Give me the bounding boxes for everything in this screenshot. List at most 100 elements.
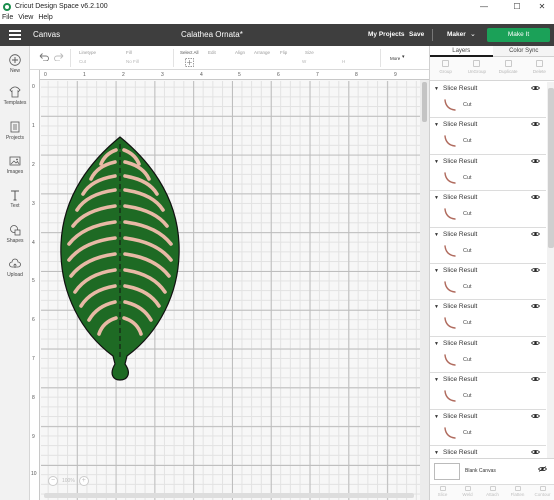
layer-row[interactable]: ▼Slice ResultCut <box>430 264 546 301</box>
fill-select[interactable]: No Fill <box>126 59 139 64</box>
shirt-icon <box>9 86 21 98</box>
eye-icon[interactable] <box>531 340 540 348</box>
sidebar-item-upload[interactable]: Upload <box>0 258 30 278</box>
redo-icon[interactable] <box>54 53 64 61</box>
zoom-out-button[interactable]: − <box>48 476 58 486</box>
align-label[interactable]: Align <box>235 50 245 55</box>
layer-row[interactable]: ▼Slice ResultCut <box>430 410 546 446</box>
collapse-arrow-icon[interactable]: ▼ <box>434 377 439 383</box>
layer-row[interactable]: ▼Slice ResultCut <box>430 118 546 155</box>
machine-selector[interactable]: Maker <box>447 31 466 38</box>
eye-icon[interactable] <box>531 413 540 421</box>
flatten-button[interactable]: Flatten <box>505 485 530 500</box>
layer-row[interactable]: ▼Slice ResultCut <box>430 300 546 337</box>
ruler-tick-label: 7 <box>316 72 319 78</box>
menu-view[interactable]: View <box>16 13 36 24</box>
eye-icon[interactable] <box>531 194 540 202</box>
eye-slash-icon[interactable] <box>538 466 547 474</box>
sidebar-item-templates[interactable]: Templates <box>0 86 30 106</box>
linetype-select[interactable]: Cut <box>79 59 86 64</box>
hamburger-menu-icon[interactable] <box>9 30 21 40</box>
tab-layers[interactable]: Layers <box>430 46 493 57</box>
delete-button[interactable]: Delete <box>524 57 554 80</box>
make-it-button[interactable]: Make It <box>487 28 550 42</box>
close-button[interactable]: ✕ <box>530 0 554 13</box>
scroll-thumb[interactable] <box>422 82 427 122</box>
edit-toolbar: Linetype Cut Fill No Fill Select All Edi… <box>30 46 429 70</box>
scroll-thumb[interactable] <box>548 88 554 248</box>
contour-button[interactable]: Contour <box>530 485 554 500</box>
weld-button[interactable]: Weld <box>455 485 480 500</box>
app-header: Canvas Calathea Ornata* My Projects Save… <box>0 24 554 46</box>
undo-icon[interactable] <box>39 53 49 61</box>
zoom-in-button[interactable]: + <box>78 476 89 486</box>
layer-row[interactable]: ▼Slice ResultCut <box>430 155 546 192</box>
eye-icon[interactable] <box>531 85 540 93</box>
eye-icon[interactable] <box>531 121 540 129</box>
collapse-arrow-icon[interactable]: ▼ <box>434 414 439 420</box>
group-button[interactable]: Group <box>430 57 461 80</box>
ruler-tick-label: 2 <box>122 72 125 78</box>
menu-file[interactable]: File <box>0 13 16 24</box>
sidebar-item-projects[interactable]: Projects <box>0 121 30 141</box>
maximize-button[interactable]: ☐ <box>505 0 529 13</box>
sidebar-item-text[interactable]: Text <box>0 189 30 209</box>
canvas-horizontal-scrollbar[interactable] <box>44 493 414 498</box>
toolbar-divider <box>380 49 381 67</box>
layer-list-scrollbar[interactable] <box>547 82 554 458</box>
eye-icon[interactable] <box>531 449 540 457</box>
collapse-arrow-icon[interactable]: ▼ <box>434 195 439 201</box>
size-height-input[interactable]: H <box>342 59 345 64</box>
eye-icon[interactable] <box>531 231 540 239</box>
layer-row[interactable]: ▼Slice ResultCut <box>430 228 546 264</box>
minimize-button[interactable]: — <box>472 0 496 13</box>
blank-canvas-row[interactable]: Blank Canvas <box>430 458 554 484</box>
eye-icon[interactable] <box>531 303 540 311</box>
collapse-arrow-icon[interactable]: ▼ <box>434 450 439 456</box>
layer-row[interactable]: ▼Slice ResultCut <box>430 446 546 458</box>
save-link[interactable]: Save <box>409 31 424 38</box>
sidebar-label: New <box>9 68 20 74</box>
collapse-arrow-icon[interactable]: ▼ <box>434 232 439 238</box>
eye-icon[interactable] <box>531 267 540 275</box>
sidebar-item-new[interactable]: New <box>0 54 30 74</box>
collapse-arrow-icon[interactable]: ▼ <box>434 304 439 310</box>
attach-button[interactable]: Attach <box>480 485 505 500</box>
design-canvas[interactable]: 0 1 2 3 4 5 6 7 8 9 10 0 1 2 3 4 5 6 7 8… <box>30 70 429 500</box>
toolbar-divider <box>173 49 174 67</box>
sidebar-item-images[interactable]: Images <box>0 155 30 175</box>
title-bar: Cricut Design Space v6.2.100 — ☐ ✕ <box>0 0 554 13</box>
select-all-icon[interactable] <box>185 58 194 67</box>
grid-icon <box>9 121 21 133</box>
slice-button[interactable]: Slice <box>430 485 455 500</box>
tab-color-sync[interactable]: Color Sync <box>492 46 554 57</box>
more-chevron-icon[interactable]: ▾ <box>402 54 405 60</box>
eye-icon[interactable] <box>531 158 540 166</box>
sidebar-item-shapes[interactable]: Shapes <box>0 224 30 244</box>
my-projects-link[interactable]: My Projects <box>368 31 405 38</box>
menu-help[interactable]: Help <box>36 13 55 24</box>
eye-icon[interactable] <box>531 376 540 384</box>
chevron-down-icon[interactable]: ⌄ <box>470 30 476 38</box>
collapse-arrow-icon[interactable]: ▼ <box>434 159 439 165</box>
edit-label[interactable]: Edit <box>208 50 216 55</box>
flip-label[interactable]: Flip <box>280 50 287 55</box>
layer-row[interactable]: ▼Slice ResultCut <box>430 82 546 119</box>
collapse-arrow-icon[interactable]: ▼ <box>434 122 439 128</box>
toolbar-divider <box>70 49 71 67</box>
collapse-arrow-icon[interactable]: ▼ <box>434 268 439 274</box>
arrange-label[interactable]: Arrange <box>254 50 270 55</box>
ungroup-button[interactable]: UnGroup <box>461 57 492 80</box>
canvas-vertical-scrollbar[interactable] <box>420 80 429 500</box>
select-all-label[interactable]: Select All <box>180 50 199 55</box>
more-menu[interactable]: More <box>390 56 400 61</box>
duplicate-button[interactable]: Duplicate <box>493 57 524 80</box>
collapse-arrow-icon[interactable]: ▼ <box>434 86 439 92</box>
layer-row[interactable]: ▼Slice ResultCut <box>430 191 546 228</box>
size-width-input[interactable]: W <box>302 59 306 64</box>
calathea-leaf-design[interactable] <box>57 134 187 384</box>
collapse-arrow-icon[interactable]: ▼ <box>434 341 439 347</box>
blank-canvas-swatch[interactable] <box>434 463 460 480</box>
layer-row[interactable]: ▼Slice ResultCut <box>430 337 546 374</box>
layer-row[interactable]: ▼Slice ResultCut <box>430 373 546 410</box>
